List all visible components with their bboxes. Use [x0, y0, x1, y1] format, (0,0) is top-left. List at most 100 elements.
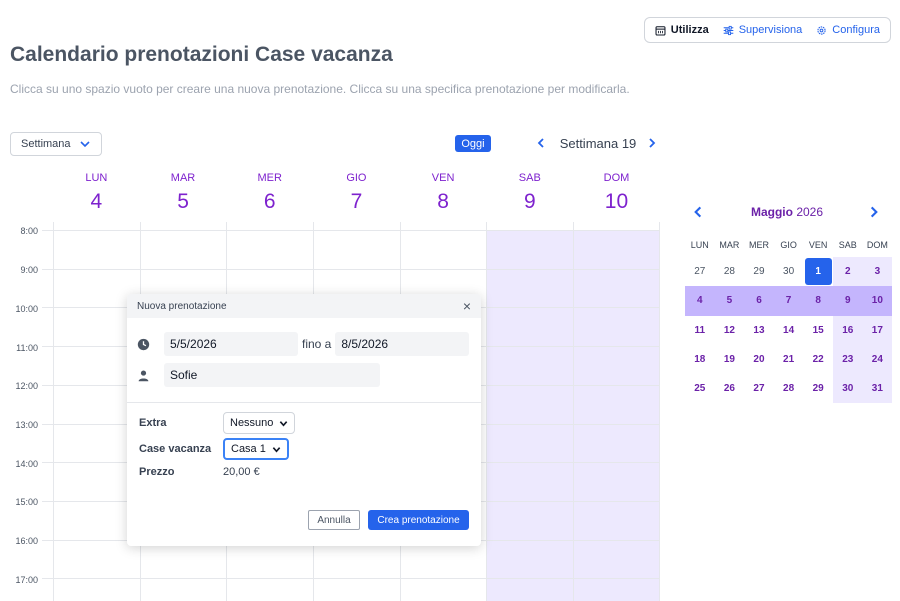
day-column-line — [659, 222, 660, 601]
clock-icon — [137, 338, 150, 350]
date-range-row: 5/5/2026 fino a 8/5/2026 — [127, 332, 470, 356]
mini-date[interactable]: 23 — [832, 344, 863, 375]
hour-line — [42, 230, 660, 231]
mini-date[interactable]: 2 — [832, 257, 863, 287]
view-select[interactable]: Settimana — [10, 132, 102, 156]
day-header[interactable]: LUN 4 — [53, 172, 140, 222]
mini-date[interactable]: 16 — [832, 315, 863, 345]
mini-date[interactable]: 13 — [744, 316, 774, 345]
mini-date-today[interactable]: 1 — [803, 257, 833, 286]
day-header[interactable]: VEN 8 — [400, 172, 487, 222]
day-number: 8 — [437, 190, 449, 213]
chevron-left-icon — [537, 138, 544, 148]
create-booking-button[interactable]: Crea prenotazione — [368, 510, 469, 530]
mini-date[interactable]: 30 — [774, 257, 804, 286]
next-week-button[interactable] — [645, 135, 659, 151]
mini-date[interactable]: 27 — [685, 257, 715, 286]
house-select[interactable]: Casa 1 — [223, 438, 289, 460]
house-label: Case vacanza — [139, 443, 212, 455]
mini-date[interactable]: 14 — [774, 316, 804, 345]
extra-label: Extra — [139, 417, 167, 429]
nav-supervise[interactable]: Supervisiona — [723, 24, 802, 36]
guest-row: Sofie — [127, 363, 380, 387]
mini-date[interactable]: 4 — [685, 286, 715, 316]
day-header[interactable]: DOM 10 — [573, 172, 660, 222]
start-date-field[interactable]: 5/5/2026 — [164, 332, 298, 356]
day-header[interactable]: MER 6 — [226, 172, 313, 222]
day-number: 5 — [177, 190, 189, 213]
day-header[interactable]: SAB 9 — [486, 172, 573, 222]
cancel-button[interactable]: Annulla — [308, 510, 360, 530]
nav-configure[interactable]: Configura — [816, 24, 880, 36]
today-button[interactable]: Oggi — [455, 135, 491, 152]
nav-use[interactable]: Utilizza — [655, 24, 709, 36]
mini-date[interactable]: 29 — [744, 257, 774, 286]
mini-date[interactable]: 29 — [803, 374, 833, 403]
mini-date[interactable]: 30 — [832, 374, 863, 404]
day-number: 7 — [350, 190, 363, 213]
extra-row: Extra Nessuno — [139, 412, 296, 434]
mini-date[interactable]: 26 — [715, 374, 745, 403]
day-number: 6 — [263, 190, 276, 213]
mini-week-row-selected: 4 5 6 7 8 9 10 — [685, 286, 893, 316]
prev-week-button[interactable] — [534, 135, 548, 151]
mini-date[interactable]: 3 — [862, 257, 893, 287]
day-header[interactable]: MAR 5 — [140, 172, 227, 222]
time-label: 14:00 — [15, 459, 38, 469]
chevron-down-icon — [280, 420, 288, 427]
mini-date[interactable]: 6 — [744, 286, 774, 316]
day-name: GIO — [346, 172, 367, 184]
mini-date[interactable]: 21 — [774, 345, 804, 374]
extra-select[interactable]: Nessuno — [223, 412, 296, 434]
mini-date[interactable]: 24 — [862, 344, 893, 375]
mini-calendar: Maggio 2026 LUN MAR MER GIO VEN SAB DOM … — [685, 200, 893, 404]
mini-date[interactable]: 8 — [803, 286, 833, 316]
until-label: fino a — [302, 337, 332, 351]
top-nav: Utilizza Supervisiona Configura — [643, 17, 891, 43]
sliders-icon — [723, 25, 734, 35]
day-name: LUN — [85, 172, 108, 184]
page-subtitle: Clicca su uno spazio vuoto per creare un… — [10, 82, 630, 96]
mini-date[interactable]: 7 — [773, 286, 804, 316]
day-number: 10 — [604, 190, 629, 213]
day-name: MER — [257, 172, 282, 184]
mini-date[interactable]: 28 — [715, 257, 745, 286]
close-icon[interactable]: × — [463, 298, 471, 314]
mini-week-row: 18 19 20 21 22 23 24 — [685, 344, 893, 375]
mini-date[interactable]: 5 — [714, 286, 745, 316]
time-label: 9:00 — [20, 265, 38, 275]
mini-week-row: 27 28 29 30 1 2 3 — [685, 257, 893, 287]
mini-date[interactable]: 18 — [685, 345, 715, 374]
mini-date[interactable]: 17 — [862, 315, 893, 345]
mini-date[interactable]: 27 — [744, 374, 774, 403]
dialog-header: Nuova prenotazione × — [127, 294, 481, 318]
mini-date[interactable]: 22 — [803, 345, 833, 374]
price-value: 20,00 € — [223, 466, 260, 478]
mini-date[interactable]: 10 — [862, 286, 893, 316]
chevron-down-icon — [272, 446, 281, 453]
end-date-field[interactable]: 8/5/2026 — [335, 332, 470, 356]
mini-date[interactable]: 15 — [803, 316, 833, 345]
time-label: 8:00 — [20, 226, 38, 236]
chevron-right-icon[interactable] — [867, 205, 881, 219]
mini-date[interactable]: 9 — [832, 286, 863, 316]
hour-line — [42, 269, 660, 270]
gear-icon — [817, 25, 826, 35]
mini-date[interactable]: 19 — [715, 345, 745, 374]
mini-date[interactable]: 12 — [715, 316, 745, 345]
time-label: 12:00 — [15, 381, 38, 391]
view-select-value: Settimana — [21, 138, 71, 150]
mini-date[interactable]: 11 — [685, 316, 715, 345]
mini-date[interactable]: 20 — [744, 345, 774, 374]
day-number: 9 — [523, 190, 536, 213]
day-header[interactable]: GIO 7 — [313, 172, 400, 222]
guest-name-field[interactable]: Sofie — [164, 363, 380, 387]
price-row: Prezzo 20,00 € — [139, 466, 260, 478]
mini-weekday: DOM — [866, 240, 888, 250]
mini-date[interactable]: 28 — [774, 374, 804, 403]
time-label: 17:00 — [15, 575, 38, 585]
mini-date[interactable]: 25 — [685, 374, 715, 403]
mini-date[interactable]: 31 — [862, 374, 893, 404]
week-day-headers: LUN 4 MAR 5 MER 6 GIO 7 VEN 8 SAB 9 DOM 10 — [53, 172, 660, 222]
chevron-left-icon[interactable] — [691, 205, 705, 219]
